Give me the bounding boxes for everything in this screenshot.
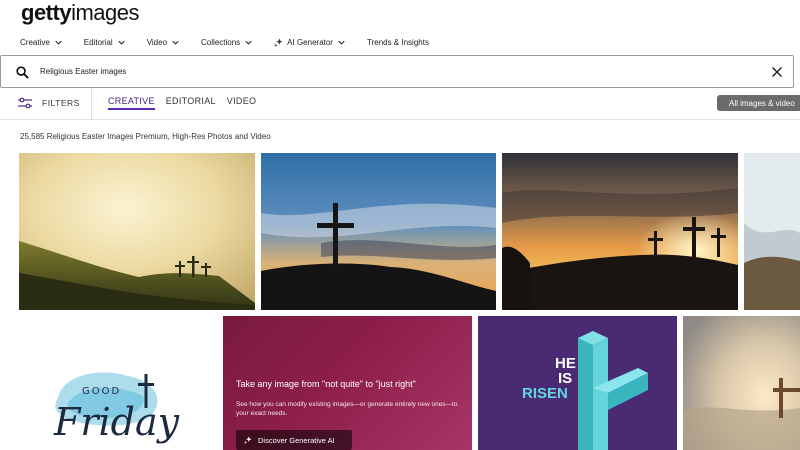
- getty-images-logo[interactable]: gettyimages: [21, 0, 139, 26]
- risen-line1: HE: [555, 355, 576, 372]
- cloudy-hill-image: [744, 153, 800, 310]
- nav-ai-generator[interactable]: AI Generator: [274, 38, 345, 47]
- filters-button[interactable]: FILTERS: [18, 97, 80, 109]
- logo-bold-text: getty: [21, 0, 72, 25]
- chevron-down-icon: [55, 40, 62, 45]
- nav-video[interactable]: Video: [147, 38, 179, 47]
- discover-generative-ai-button[interactable]: Discover Generative AI: [236, 430, 352, 450]
- nav-label: AI Generator: [287, 37, 333, 47]
- image-thumbnail[interactable]: [502, 153, 738, 310]
- content-type-tabs: CREATIVE EDITORIAL VIDEO: [108, 96, 267, 110]
- promo-title: Take any image from "not quite" to "just…: [236, 379, 416, 389]
- all-images-video-button[interactable]: All images & video: [717, 95, 800, 111]
- generative-ai-promo: Take any image from "not quite" to "just…: [223, 316, 472, 450]
- chevron-down-icon: [245, 40, 252, 45]
- nav-trends-insights[interactable]: Trends & Insights: [367, 38, 429, 47]
- chevron-down-icon: [172, 40, 179, 45]
- nav-label: Collections: [201, 37, 241, 47]
- he-is-risen-text: HE IS RISEN: [514, 356, 576, 401]
- search-input[interactable]: Religious Easter images: [40, 67, 126, 76]
- promo-button-label: Discover Generative AI: [258, 435, 335, 445]
- image-thumbnail[interactable]: [744, 153, 800, 310]
- risen-line3: RISEN: [522, 385, 568, 402]
- crosses-on-hill-golden-image: [19, 153, 255, 310]
- image-thumbnail[interactable]: [261, 153, 496, 310]
- tab-editorial[interactable]: EDITORIAL: [166, 96, 216, 110]
- tab-video[interactable]: VIDEO: [227, 96, 257, 110]
- nav-label: Editorial: [83, 37, 113, 47]
- close-icon[interactable]: [771, 66, 783, 78]
- he-is-risen-card[interactable]: HE IS RISEN: [478, 316, 677, 450]
- sparkle-icon: [244, 436, 252, 444]
- logo-light-text: images: [71, 0, 139, 25]
- filter-row: FILTERS CREATIVE EDITORIAL VIDEO All ima…: [0, 88, 800, 120]
- promo-subtitle: See how you can modify existing images—o…: [236, 401, 458, 417]
- nav-collections[interactable]: Collections: [201, 38, 252, 47]
- risen-line2: IS: [558, 370, 573, 387]
- search-bar[interactable]: Religious Easter images: [0, 55, 794, 88]
- image-thumbnail[interactable]: [683, 316, 800, 450]
- main-nav: Creative Editorial Video Collections AI …: [20, 36, 451, 48]
- image-thumbnail[interactable]: [19, 153, 255, 310]
- cross-sunset-blue-sky-image: [261, 153, 496, 310]
- good-friday-line1: GOOD: [82, 386, 122, 397]
- divider: [91, 88, 92, 120]
- sliders-icon: [18, 97, 32, 109]
- nav-label: Trends & Insights: [366, 37, 429, 47]
- cross-in-clouds-image: [683, 316, 800, 450]
- nav-creative[interactable]: Creative: [20, 38, 62, 47]
- nav-label: Creative: [20, 37, 50, 47]
- results-count: 25,585 Religious Easter Images Premium, …: [20, 132, 271, 141]
- nav-editorial[interactable]: Editorial: [84, 38, 125, 47]
- chevron-down-icon: [118, 40, 125, 45]
- sparkle-icon: [274, 37, 283, 47]
- search-icon[interactable]: [16, 66, 29, 79]
- chevron-down-icon: [338, 40, 345, 45]
- good-friday-card[interactable]: GOOD Friday: [20, 316, 217, 450]
- tab-creative[interactable]: CREATIVE: [108, 96, 155, 110]
- nav-label: Video: [146, 37, 168, 47]
- three-crosses-sunset-image: [502, 153, 738, 310]
- filters-label: FILTERS: [42, 98, 80, 108]
- good-friday-line2: Friday: [54, 400, 180, 444]
